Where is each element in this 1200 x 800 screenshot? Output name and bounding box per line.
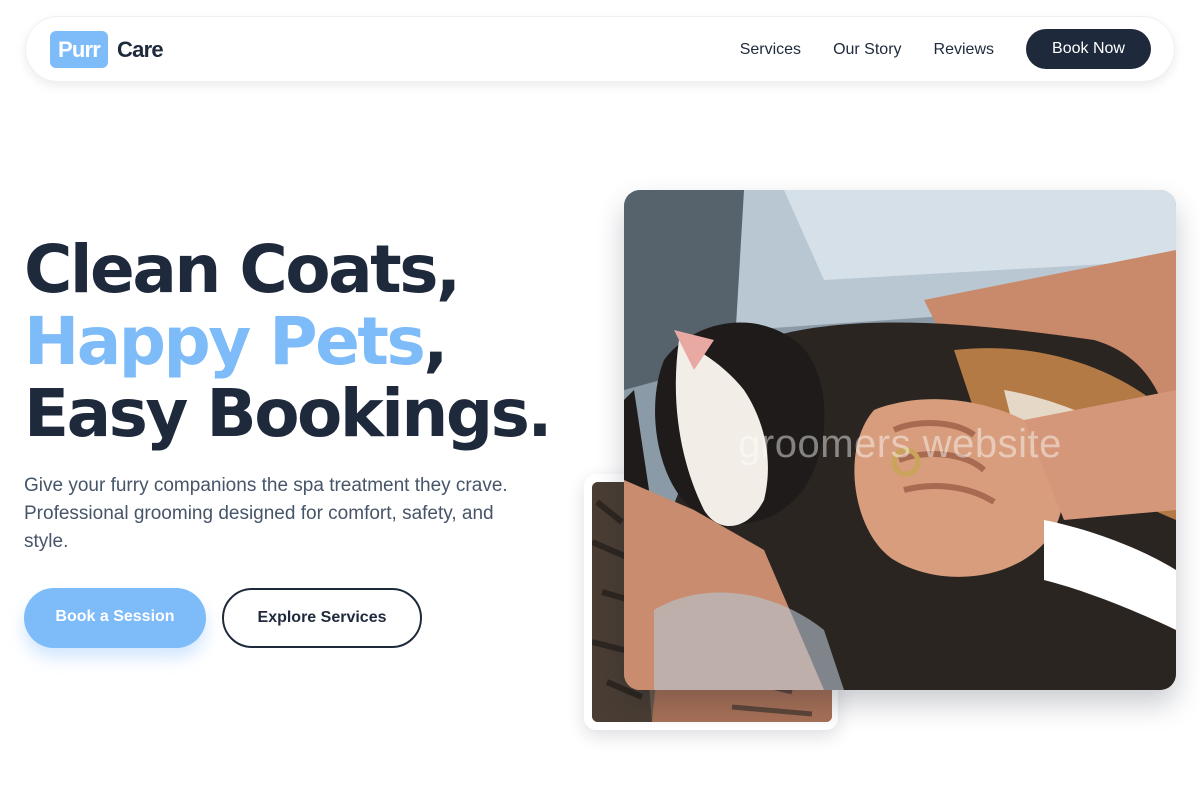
hero-title-accent: Happy Pets	[24, 303, 426, 380]
nav-links: Services Our Story Reviews	[708, 17, 994, 83]
hero-title-line-1: Clean Coats,	[24, 231, 461, 308]
watermark-text: groomers website	[738, 422, 1062, 466]
nav-link-our-story[interactable]: Our Story	[833, 41, 901, 59]
navbar: Purr Care Services Our Story Reviews Boo…	[25, 16, 1175, 82]
logo[interactable]: Purr Care	[50, 31, 164, 68]
cat-photo: groomers website	[624, 190, 1176, 690]
nav-link-reviews[interactable]: Reviews	[934, 41, 994, 59]
logo-badge: Purr	[50, 31, 109, 68]
book-session-button[interactable]: Book a Session	[24, 588, 206, 648]
hero-description: Give your furry companions the spa treat…	[24, 475, 508, 552]
explore-services-button[interactable]: Explore Services	[222, 588, 422, 648]
hero-title: Clean Coats, Happy Pets, Easy Bookings.	[24, 231, 553, 452]
nav-link-services[interactable]: Services	[740, 41, 801, 59]
logo-text: Care	[117, 36, 164, 62]
hero-title-comma: ,	[423, 303, 448, 380]
hero-title-line-3: Easy Bookings.	[24, 375, 553, 452]
book-now-button[interactable]: Book Now	[1026, 29, 1151, 69]
